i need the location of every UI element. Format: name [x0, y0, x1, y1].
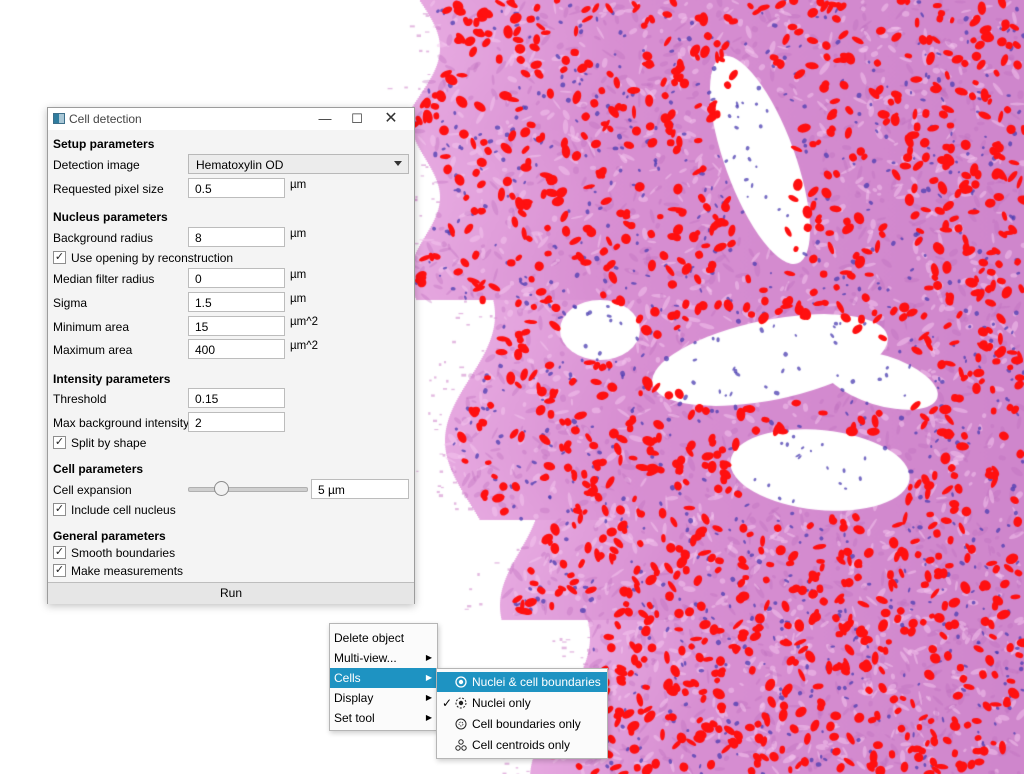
make-measurements-checkbox[interactable]: ✓	[53, 564, 66, 577]
split-shape-label: Split by shape	[71, 436, 147, 450]
sigma-label: Sigma	[53, 296, 88, 310]
cell-boundaries-icon	[455, 718, 467, 730]
median-filter-unit: µm	[290, 269, 307, 281]
menu-item-label: Set tool	[334, 711, 375, 725]
detection-image-value: Hematoxylin OD	[196, 158, 284, 172]
general-parameters-heading: General parameters	[53, 529, 166, 543]
chevron-right-icon: ▶	[425, 653, 432, 662]
menu-item-cells[interactable]: Cells ▶	[330, 668, 437, 688]
detection-image-label: Detection image	[53, 158, 140, 172]
check-icon: ✓	[442, 696, 453, 710]
smooth-boundaries-label: Smooth boundaries	[71, 546, 176, 560]
cell-centroids-icon	[455, 739, 467, 751]
cell-expansion-slider[interactable]	[188, 487, 308, 492]
nuclei-boundaries-icon	[455, 676, 467, 688]
dialog-title: Cell detection	[69, 112, 142, 126]
dialog-titlebar[interactable]: Cell detection — ☐ ✕	[48, 108, 414, 130]
run-button[interactable]: Run	[48, 582, 414, 604]
split-shape-checkbox[interactable]: ✓	[53, 436, 66, 449]
menu-item-label: Delete object	[334, 631, 405, 645]
opening-label: Use opening by reconstruction	[71, 251, 234, 265]
pixel-size-label: Requested pixel size	[53, 182, 164, 196]
app-icon	[53, 113, 65, 124]
minimum-area-field[interactable]: 15	[188, 316, 285, 336]
cell-parameters-heading: Cell parameters	[53, 462, 144, 476]
submenu-item-cell-boundaries-only[interactable]: Cell boundaries only	[437, 714, 607, 734]
smooth-boundaries-checkbox[interactable]: ✓	[53, 546, 66, 559]
nuclei-only-icon	[455, 697, 467, 709]
pixel-size-field[interactable]: 0.5	[188, 178, 285, 198]
make-measurements-label: Make measurements	[71, 564, 184, 578]
menu-item-display[interactable]: Display ▶	[330, 688, 437, 708]
minimum-area-label: Minimum area	[53, 320, 130, 334]
submenu-item-label: Nuclei & cell boundaries	[472, 675, 601, 689]
cell-detection-dialog: Cell detection — ☐ ✕ Setup parameters De…	[47, 107, 415, 604]
maximum-area-field[interactable]: 400	[188, 339, 285, 359]
sigma-field[interactable]: 1.5	[188, 292, 285, 312]
intensity-parameters-heading: Intensity parameters	[53, 372, 171, 386]
max-background-field[interactable]: 2	[188, 412, 285, 432]
cells-submenu: Nuclei & cell boundaries ✓ Nuclei only C…	[436, 668, 608, 759]
minimum-area-unit: µm^2	[290, 316, 318, 328]
setup-parameters-heading: Setup parameters	[53, 137, 155, 151]
menu-item-multi-view[interactable]: Multi-view... ▶	[330, 648, 437, 668]
submenu-item-label: Nuclei only	[472, 696, 531, 710]
median-filter-label: Median filter radius	[53, 272, 155, 286]
submenu-item-label: Cell centroids only	[472, 738, 571, 752]
close-button[interactable]: ✕	[376, 108, 406, 130]
chevron-right-icon: ▶	[425, 673, 432, 682]
background-radius-label: Background radius	[53, 231, 154, 245]
maximum-area-unit: µm^2	[290, 340, 318, 352]
submenu-item-cell-centroids-only[interactable]: Cell centroids only	[437, 735, 607, 755]
maximize-button[interactable]: ☐	[342, 108, 372, 130]
sigma-unit: µm	[290, 293, 307, 305]
detection-image-select[interactable]: Hematoxylin OD	[188, 154, 409, 174]
submenu-item-nuclei-only[interactable]: ✓ Nuclei only	[437, 693, 607, 713]
chevron-down-icon	[394, 161, 402, 166]
opening-checkbox[interactable]: ✓	[53, 251, 66, 264]
menu-item-set-tool[interactable]: Set tool ▶	[330, 708, 437, 728]
menu-item-label: Display	[334, 691, 374, 705]
cell-expansion-slider-thumb[interactable]	[214, 481, 230, 496]
median-filter-field[interactable]: 0	[188, 268, 285, 288]
maximum-area-label: Maximum area	[53, 343, 133, 357]
minimize-button[interactable]: —	[310, 108, 340, 130]
menu-item-label: Cells	[334, 671, 361, 685]
background-radius-unit: µm	[290, 228, 307, 240]
max-background-label: Max background intensity	[53, 416, 190, 430]
submenu-item-nuclei-cell-boundaries[interactable]: Nuclei & cell boundaries	[437, 672, 607, 692]
pixel-size-unit: µm	[290, 179, 307, 191]
threshold-label: Threshold	[53, 392, 107, 406]
threshold-field[interactable]: 0.15	[188, 388, 285, 408]
include-nucleus-label: Include cell nucleus	[71, 503, 176, 517]
nucleus-parameters-heading: Nucleus parameters	[53, 210, 168, 224]
include-nucleus-checkbox[interactable]: ✓	[53, 503, 66, 516]
submenu-item-label: Cell boundaries only	[472, 717, 581, 731]
chevron-right-icon: ▶	[425, 693, 432, 702]
background-radius-field[interactable]: 8	[188, 227, 285, 247]
menu-item-delete-object[interactable]: Delete object	[330, 628, 437, 648]
cell-expansion-label: Cell expansion	[53, 483, 132, 497]
chevron-right-icon: ▶	[425, 713, 432, 722]
context-menu: Delete object Multi-view... ▶ Cells ▶ Di…	[329, 623, 438, 731]
cell-expansion-field[interactable]: 5 µm	[311, 479, 409, 499]
menu-item-label: Multi-view...	[334, 651, 397, 665]
